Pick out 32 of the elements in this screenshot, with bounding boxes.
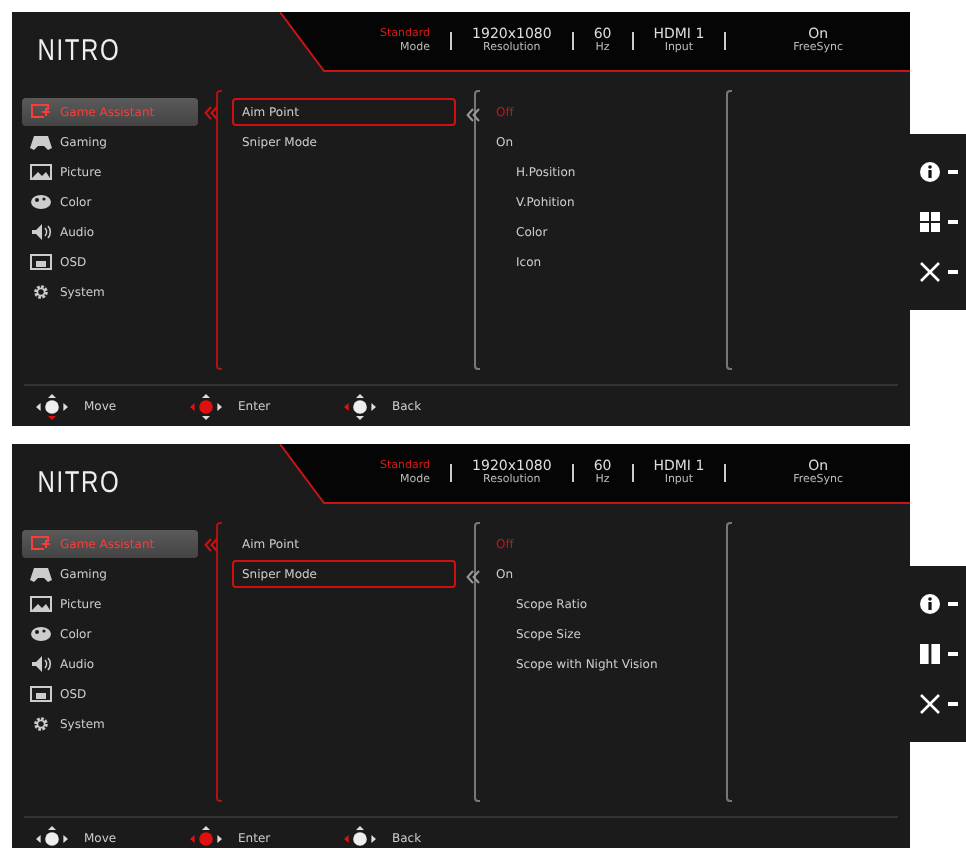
close-icon[interactable] xyxy=(920,694,940,714)
logo: NITRO xyxy=(35,464,123,504)
image-icon xyxy=(30,164,52,180)
settings-icon xyxy=(30,716,52,732)
info-icon[interactable] xyxy=(920,594,940,614)
info-icon[interactable] xyxy=(920,162,940,182)
speaker-icon xyxy=(30,224,52,240)
joystick-icon xyxy=(344,826,376,848)
logo: NITRO xyxy=(35,32,123,72)
pause-icon[interactable] xyxy=(920,644,940,664)
screen-icon xyxy=(30,686,52,702)
image-icon xyxy=(30,596,52,612)
chevron-icon xyxy=(466,107,480,121)
grid-icon[interactable] xyxy=(920,212,940,232)
chevron-icon xyxy=(204,537,218,551)
gamepad-icon xyxy=(30,134,52,150)
close-icon[interactable] xyxy=(920,262,940,282)
speaker-icon xyxy=(30,656,52,672)
palette-icon xyxy=(30,194,52,210)
joystick-icon xyxy=(190,394,222,420)
monitor-cursor-icon xyxy=(30,104,52,120)
palette-icon xyxy=(30,626,52,642)
monitor-cursor-icon xyxy=(30,536,52,552)
joystick-icon xyxy=(36,394,68,420)
chevron-icon xyxy=(466,569,480,583)
joystick-icon xyxy=(190,826,222,848)
gamepad-icon xyxy=(30,566,52,582)
settings-icon xyxy=(30,284,52,300)
chevron-icon xyxy=(204,105,218,119)
joystick-icon xyxy=(344,394,376,420)
screen-icon xyxy=(30,254,52,270)
joystick-icon xyxy=(36,826,68,848)
